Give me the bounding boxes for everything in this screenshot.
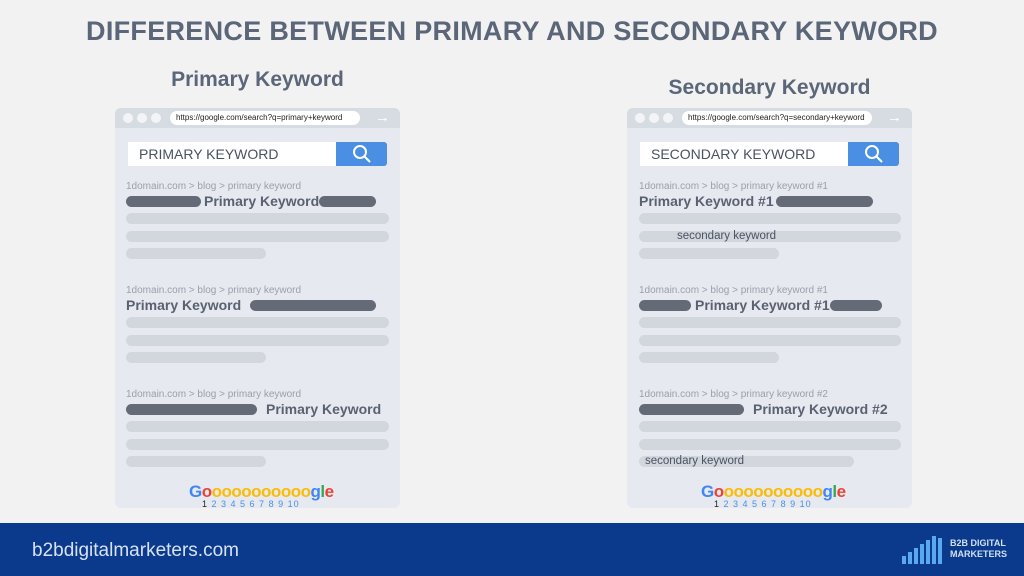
result-title[interactable]: Primary Keyword #1 <box>695 297 830 313</box>
placeholder-line <box>126 352 266 363</box>
address-bar[interactable]: https://google.com/search?q=primary+keyw… <box>170 111 360 125</box>
brand-logo-text: B2B DIGITAL MARKETERS <box>950 538 1008 559</box>
arrow-right-icon[interactable]: → <box>375 108 390 128</box>
placeholder-bar <box>319 196 376 207</box>
placeholder-bar <box>639 300 691 311</box>
result-breadcrumb: 1domain.com > blog > primary keyword #1 <box>639 285 828 296</box>
placeholder-line <box>126 317 389 328</box>
window-dot <box>123 113 133 123</box>
search-input[interactable]: SECONDARY KEYWORD <box>640 142 848 166</box>
secondary-heading: Secondary Keyword <box>668 76 871 99</box>
placeholder-line <box>639 248 779 259</box>
placeholder-bar <box>250 300 376 311</box>
search-button[interactable] <box>848 142 899 166</box>
search-icon <box>352 145 371 163</box>
search-input[interactable]: PRIMARY KEYWORD <box>128 142 336 166</box>
page-links[interactable]: 2 3 4 5 6 7 8 9 10 <box>724 499 812 509</box>
result-title[interactable]: Primary Keyword #1 <box>639 193 774 209</box>
google-pagination-logo: Gooooooooooogle 1 2 3 4 5 6 7 8 9 10 <box>189 482 334 509</box>
placeholder-line <box>126 335 389 346</box>
placeholder-line <box>639 213 901 224</box>
result-breadcrumb: 1domain.com > blog > primary keyword <box>126 181 302 192</box>
placeholder-line <box>126 421 389 432</box>
page-current[interactable]: 1 <box>202 499 208 509</box>
brand-bars-logo-icon <box>902 536 942 564</box>
window-dot <box>137 113 147 123</box>
result-title[interactable]: Primary Keyword <box>204 193 319 209</box>
window-dot <box>151 113 161 123</box>
placeholder-bar <box>830 300 882 311</box>
browser-toolbar: https://google.com/search?q=primary+keyw… <box>115 108 400 128</box>
placeholder-line <box>126 439 389 450</box>
placeholder-line <box>126 456 266 467</box>
primary-heading: Primary Keyword <box>171 68 344 91</box>
result-title[interactable]: Primary Keyword #2 <box>753 401 888 417</box>
page-current[interactable]: 1 <box>714 499 720 509</box>
window-dot <box>649 113 659 123</box>
google-pagination-logo: Gooooooooooogle 1 2 3 4 5 6 7 8 9 10 <box>701 482 846 509</box>
placeholder-bar <box>126 404 257 415</box>
secondary-keyword-text: secondary keyword <box>645 455 745 467</box>
placeholder-bar <box>776 196 873 207</box>
placeholder-line <box>639 317 901 328</box>
window-dot <box>635 113 645 123</box>
arrow-right-icon[interactable]: → <box>887 108 902 128</box>
placeholder-line <box>126 248 266 259</box>
secondary-keyword-text: secondary keyword <box>677 230 777 242</box>
result-title[interactable]: Primary Keyword <box>126 297 241 313</box>
placeholder-bar <box>639 404 744 415</box>
placeholder-line <box>639 421 901 432</box>
placeholder-bar <box>126 196 201 207</box>
placeholder-line <box>639 352 779 363</box>
search-button[interactable] <box>336 142 387 166</box>
placeholder-line <box>126 213 389 224</box>
footer-site-link[interactable]: b2bdigitalmarketers.com <box>32 540 239 562</box>
result-breadcrumb: 1domain.com > blog > primary keyword <box>126 389 302 400</box>
window-dot <box>663 113 673 123</box>
result-breadcrumb: 1domain.com > blog > primary keyword <box>126 285 302 296</box>
placeholder-line <box>126 231 389 242</box>
result-breadcrumb: 1domain.com > blog > primary keyword #2 <box>639 389 828 400</box>
result-breadcrumb: 1domain.com > blog > primary keyword #1 <box>639 181 828 192</box>
browser-toolbar: https://google.com/search?q=secondary+ke… <box>627 108 912 128</box>
page-links[interactable]: 2 3 4 5 6 7 8 9 10 <box>212 499 300 509</box>
search-icon <box>864 145 883 163</box>
address-bar[interactable]: https://google.com/search?q=secondary+ke… <box>682 111 872 125</box>
result-title[interactable]: Primary Keyword <box>266 401 381 417</box>
placeholder-line <box>639 335 901 346</box>
placeholder-line <box>639 439 901 450</box>
page-title: DIFFERENCE BETWEEN PRIMARY AND SECONDARY… <box>86 16 938 46</box>
